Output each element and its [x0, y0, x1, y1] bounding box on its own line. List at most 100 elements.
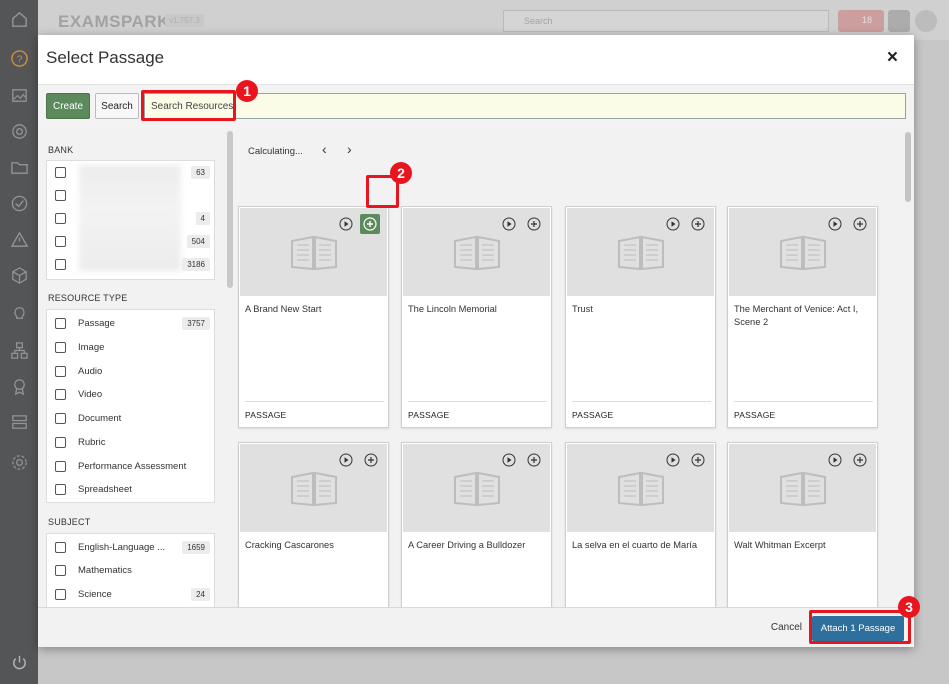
question-icon[interactable]: ? — [9, 48, 29, 68]
checkbox[interactable] — [55, 460, 66, 472]
play-icon[interactable] — [339, 453, 353, 467]
cancel-button[interactable]: Cancel — [771, 622, 802, 633]
filter-item-mathematics[interactable]: Mathematics — [55, 563, 210, 577]
resource-card[interactable]: The Lincoln Memorial PASSAGE — [401, 206, 552, 428]
card-thumbnail — [403, 208, 550, 296]
resource-type-filter-list: Passage 3757 Image Audio Video Document — [46, 309, 215, 503]
filter-item-audio[interactable]: Audio — [55, 364, 210, 378]
filter-item-document[interactable]: Document — [55, 411, 210, 425]
create-button[interactable]: Create — [46, 93, 90, 119]
check-circle-icon[interactable] — [9, 193, 29, 213]
lightbulb-icon[interactable] — [9, 303, 29, 323]
filter-item-image[interactable]: Image — [55, 340, 210, 354]
checkbox[interactable] — [55, 365, 66, 377]
folder-icon[interactable] — [9, 157, 29, 177]
play-icon[interactable] — [502, 217, 516, 231]
checkbox[interactable] — [55, 483, 66, 495]
checkbox[interactable] — [55, 412, 66, 424]
resource-type-heading: RESOURCE TYPE — [48, 293, 128, 303]
card-thumbnail — [729, 208, 876, 296]
chevron-right-icon[interactable]: › — [347, 141, 352, 157]
list-item[interactable]: 4 — [55, 211, 210, 225]
modal-title: Select Passage — [46, 48, 165, 67]
add-icon[interactable] — [360, 214, 380, 234]
checkbox[interactable] — [55, 166, 66, 178]
resource-card[interactable]: La selva en el cuarto de María — [565, 442, 716, 607]
add-icon[interactable] — [527, 217, 541, 231]
app-logo[interactable]: EXAMSPARK — [58, 12, 170, 32]
award-icon[interactable] — [9, 376, 29, 396]
filter-item-performance-assessment[interactable]: Performance Assessment — [55, 459, 210, 473]
add-icon[interactable] — [691, 453, 705, 467]
add-icon[interactable] — [853, 453, 867, 467]
image-icon[interactable] — [9, 85, 29, 105]
checkbox[interactable] — [55, 258, 66, 270]
checkbox[interactable] — [55, 388, 66, 400]
warning-icon[interactable] — [9, 229, 29, 249]
checkbox[interactable] — [55, 541, 66, 553]
add-icon[interactable] — [691, 217, 705, 231]
filter-item-spreadsheet[interactable]: Spreadsheet — [55, 482, 210, 496]
play-icon[interactable] — [666, 217, 680, 231]
card-thumbnail — [403, 444, 550, 532]
hierarchy-icon[interactable] — [9, 340, 29, 360]
card-type-label: PASSAGE — [734, 410, 776, 420]
resource-card[interactable]: Walt Whitman Excerpt — [727, 442, 878, 607]
avatar[interactable] — [915, 10, 937, 32]
add-icon[interactable] — [527, 453, 541, 467]
filter-item-video[interactable]: Video — [55, 387, 210, 401]
cube-icon[interactable] — [9, 265, 29, 285]
checkbox[interactable] — [55, 317, 66, 329]
home-icon[interactable] — [9, 9, 29, 29]
list-item[interactable] — [55, 188, 210, 202]
play-icon[interactable] — [828, 217, 842, 231]
card-thumbnail — [240, 208, 387, 296]
resource-card[interactable]: A Career Driving a Bulldozer — [401, 442, 552, 607]
play-icon[interactable] — [339, 217, 353, 231]
play-icon[interactable] — [828, 453, 842, 467]
resource-card[interactable]: Cracking Cascarones — [238, 442, 389, 607]
add-icon[interactable] — [364, 453, 378, 467]
list-item[interactable]: 63 — [55, 165, 210, 179]
gear-icon[interactable] — [9, 452, 29, 472]
checkbox[interactable] — [55, 341, 66, 353]
app-version-badge: v1.757.3 — [165, 14, 204, 27]
list-item[interactable]: 3186 — [55, 257, 210, 271]
chevron-left-icon[interactable]: ‹ — [322, 141, 327, 157]
apps-grid-icon[interactable] — [888, 10, 910, 32]
search-button[interactable]: Search — [95, 93, 139, 119]
filter-item-english[interactable]: English-Language ... 1659 — [55, 540, 210, 554]
count-badge: 504 — [186, 234, 210, 248]
resource-card[interactable]: Trust PASSAGE — [565, 206, 716, 428]
card-title: Trust — [572, 304, 593, 314]
card-title: A Brand New Start — [245, 304, 322, 314]
filter-item-science[interactable]: Science 24 — [55, 587, 210, 601]
list-item[interactable]: 504 — [55, 234, 210, 248]
checkbox[interactable] — [55, 189, 66, 201]
checkbox[interactable] — [55, 235, 66, 247]
checkbox[interactable] — [55, 588, 66, 600]
close-icon[interactable]: × — [887, 47, 898, 69]
attach-passage-button[interactable]: Attach 1 Passage — [812, 616, 904, 641]
resource-card[interactable]: The Merchant of Venice: Act I, Scene 2 PA… — [727, 206, 878, 428]
filter-item-passage[interactable]: Passage 3757 — [55, 316, 210, 330]
filter-item-rubric[interactable]: Rubric — [55, 435, 210, 449]
notification-badge[interactable]: 18 — [838, 10, 884, 32]
server-icon[interactable] — [9, 412, 29, 432]
global-search-input[interactable]: Search — [503, 10, 829, 32]
target-icon[interactable] — [9, 121, 29, 141]
power-icon[interactable] — [9, 652, 29, 672]
add-icon[interactable] — [853, 217, 867, 231]
play-icon[interactable] — [666, 453, 680, 467]
resource-card[interactable]: A Brand New Start PASSAGE — [238, 206, 389, 428]
count-badge: 4 — [195, 211, 210, 225]
checkbox[interactable] — [55, 436, 66, 448]
checkbox[interactable] — [55, 212, 66, 224]
play-icon[interactable] — [502, 453, 516, 467]
card-title: La selva en el cuarto de María — [572, 540, 698, 550]
results-scrollbar[interactable] — [905, 132, 911, 202]
search-resources-input[interactable] — [144, 93, 906, 119]
filter-scrollbar[interactable] — [227, 131, 233, 288]
checkbox[interactable] — [55, 564, 66, 576]
card-type-label: PASSAGE — [245, 410, 287, 420]
